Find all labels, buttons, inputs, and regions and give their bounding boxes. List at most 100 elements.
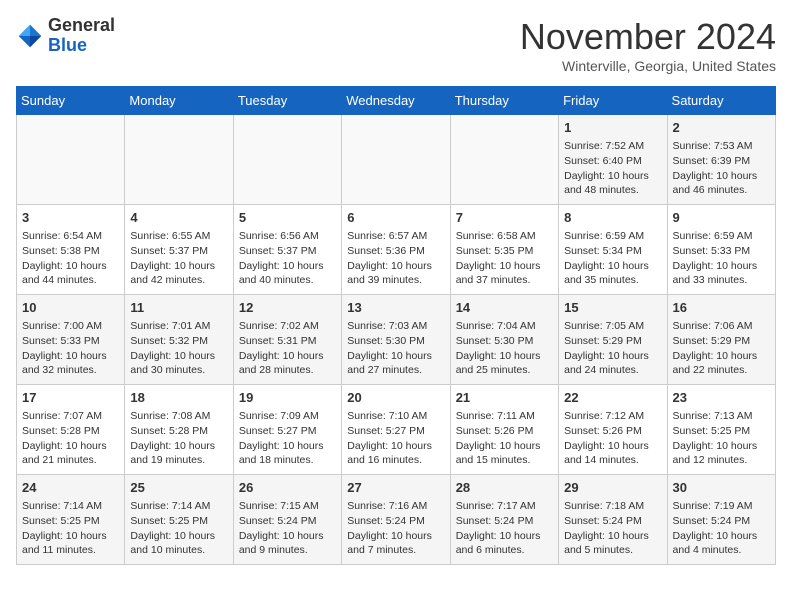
calendar-table: SundayMondayTuesdayWednesdayThursdayFrid… [16,86,776,565]
cell-info-line: Sunrise: 7:04 AM [456,319,553,334]
day-number: 11 [130,299,227,317]
cell-info-line: Daylight: 10 hours and 6 minutes. [456,529,553,558]
day-number: 15 [564,299,661,317]
cell-info-line: Sunset: 5:34 PM [564,244,661,259]
cell-info-line: Sunrise: 7:01 AM [130,319,227,334]
calendar-cell: 8Sunrise: 6:59 AMSunset: 5:34 PMDaylight… [559,205,667,295]
day-number: 17 [22,389,119,407]
day-number: 4 [130,209,227,227]
week-row-1: 1Sunrise: 7:52 AMSunset: 6:40 PMDaylight… [17,115,776,205]
calendar-cell: 27Sunrise: 7:16 AMSunset: 5:24 PMDayligh… [342,475,450,565]
cell-info-line: Sunrise: 7:07 AM [22,409,119,424]
day-number: 20 [347,389,444,407]
weekday-wednesday: Wednesday [342,87,450,115]
cell-info-line: Sunset: 5:24 PM [239,514,336,529]
cell-info-line: Sunrise: 7:14 AM [130,499,227,514]
cell-info-line: Sunset: 5:30 PM [347,334,444,349]
cell-info-line: Sunrise: 7:53 AM [673,139,770,154]
calendar-cell: 25Sunrise: 7:14 AMSunset: 5:25 PMDayligh… [125,475,233,565]
cell-info-line: Sunset: 5:26 PM [564,424,661,439]
calendar-cell: 26Sunrise: 7:15 AMSunset: 5:24 PMDayligh… [233,475,341,565]
cell-info-line: Daylight: 10 hours and 16 minutes. [347,439,444,468]
cell-info-line: Daylight: 10 hours and 15 minutes. [456,439,553,468]
day-number: 3 [22,209,119,227]
weekday-monday: Monday [125,87,233,115]
cell-info-line: Sunset: 5:36 PM [347,244,444,259]
week-row-3: 10Sunrise: 7:00 AMSunset: 5:33 PMDayligh… [17,295,776,385]
calendar-cell: 20Sunrise: 7:10 AMSunset: 5:27 PMDayligh… [342,385,450,475]
day-number: 12 [239,299,336,317]
calendar-cell: 6Sunrise: 6:57 AMSunset: 5:36 PMDaylight… [342,205,450,295]
cell-info-line: Daylight: 10 hours and 33 minutes. [673,259,770,288]
cell-info-line: Sunrise: 7:10 AM [347,409,444,424]
day-number: 26 [239,479,336,497]
cell-info-line: Daylight: 10 hours and 32 minutes. [22,349,119,378]
day-number: 13 [347,299,444,317]
cell-info-line: Sunrise: 6:59 AM [564,229,661,244]
calendar-cell: 10Sunrise: 7:00 AMSunset: 5:33 PMDayligh… [17,295,125,385]
day-number: 30 [673,479,770,497]
day-number: 21 [456,389,553,407]
cell-info-line: Sunset: 5:33 PM [22,334,119,349]
cell-info-line: Sunrise: 6:58 AM [456,229,553,244]
cell-info-line: Sunrise: 6:57 AM [347,229,444,244]
day-number: 14 [456,299,553,317]
weekday-header-row: SundayMondayTuesdayWednesdayThursdayFrid… [17,87,776,115]
day-number: 7 [456,209,553,227]
cell-info-line: Sunrise: 7:08 AM [130,409,227,424]
cell-info-line: Daylight: 10 hours and 40 minutes. [239,259,336,288]
calendar-cell [125,115,233,205]
cell-info-line: Sunset: 5:28 PM [22,424,119,439]
weekday-sunday: Sunday [17,87,125,115]
cell-info-line: Sunrise: 7:14 AM [22,499,119,514]
title-block: November 2024 Winterville, Georgia, Unit… [520,16,776,74]
weekday-friday: Friday [559,87,667,115]
cell-info-line: Daylight: 10 hours and 28 minutes. [239,349,336,378]
calendar-cell: 7 Sunrise: 6:58 AMSunset: 5:35 PMDaylight… [450,205,558,295]
week-row-5: 24Sunrise: 7:14 AMSunset: 5:25 PMDayligh… [17,475,776,565]
cell-info-line: Daylight: 10 hours and 4 minutes. [673,529,770,558]
cell-info-line: Sunset: 5:31 PM [239,334,336,349]
cell-info-line: Sunset: 5:24 PM [456,514,553,529]
calendar-cell: 24Sunrise: 7:14 AMSunset: 5:25 PMDayligh… [17,475,125,565]
calendar-cell: 4Sunrise: 6:55 AMSunset: 5:37 PMDaylight… [125,205,233,295]
cell-info-line: Daylight: 10 hours and 25 minutes. [456,349,553,378]
cell-info-line: Sunset: 6:40 PM [564,154,661,169]
cell-info-line: Daylight: 10 hours and 48 minutes. [564,169,661,198]
cell-info-line: Sunset: 5:25 PM [130,514,227,529]
cell-info-line: Sunset: 5:25 PM [22,514,119,529]
week-row-2: 3Sunrise: 6:54 AMSunset: 5:38 PMDaylight… [17,205,776,295]
logo: General Blue [16,16,115,56]
cell-info-line: Daylight: 10 hours and 37 minutes. [456,259,553,288]
cell-info-line: Sunset: 5:24 PM [673,514,770,529]
cell-info-line: Sunset: 5:35 PM [456,244,553,259]
cell-info-line: Sunset: 5:24 PM [347,514,444,529]
cell-info-line: Sunrise: 7:05 AM [564,319,661,334]
cell-info-line: Daylight: 10 hours and 44 minutes. [22,259,119,288]
calendar-cell: 19Sunrise: 7:09 AMSunset: 5:27 PMDayligh… [233,385,341,475]
calendar-cell: 28Sunrise: 7:17 AMSunset: 5:24 PMDayligh… [450,475,558,565]
week-row-4: 17 Sunrise: 7:07 AMSunset: 5:28 PM Dayligh… [17,385,776,475]
weekday-saturday: Saturday [667,87,775,115]
cell-info-line: Daylight: 10 hours and 7 minutes. [347,529,444,558]
cell-info-line: Sunrise: 7:18 AM [564,499,661,514]
calendar-cell: 14Sunrise: 7:04 AMSunset: 5:30 PMDayligh… [450,295,558,385]
cell-info-line: Sunrise: 6:55 AM [130,229,227,244]
cell-info-line: Sunrise: 7:06 AM [673,319,770,334]
cell-info-line: Sunrise: 6:54 AM [22,229,119,244]
day-number: 19 [239,389,336,407]
cell-info-line: Daylight: 10 hours and 5 minutes. [564,529,661,558]
calendar-cell: 16Sunrise: 7:06 AMSunset: 5:29 PMDayligh… [667,295,775,385]
cell-info-line: Daylight: 10 hours and 46 minutes. [673,169,770,198]
calendar-cell: 13Sunrise: 7:03 AMSunset: 5:30 PMDayligh… [342,295,450,385]
day-number: 8 [564,209,661,227]
cell-info-line: Sunrise: 7:02 AM [239,319,336,334]
cell-info-line: Daylight: 10 hours and 22 minutes. [673,349,770,378]
calendar-cell [450,115,558,205]
day-number: 1 [564,119,661,137]
calendar-cell: 30Sunrise: 7:19 AMSunset: 5:24 PMDayligh… [667,475,775,565]
calendar-cell: 9Sunrise: 6:59 AMSunset: 5:33 PMDaylight… [667,205,775,295]
calendar-cell: 21Sunrise: 7:11 AMSunset: 5:26 PMDayligh… [450,385,558,475]
page-header: General Blue November 2024 Winterville, … [16,16,776,74]
cell-info-line: Daylight: 10 hours and 18 minutes. [239,439,336,468]
